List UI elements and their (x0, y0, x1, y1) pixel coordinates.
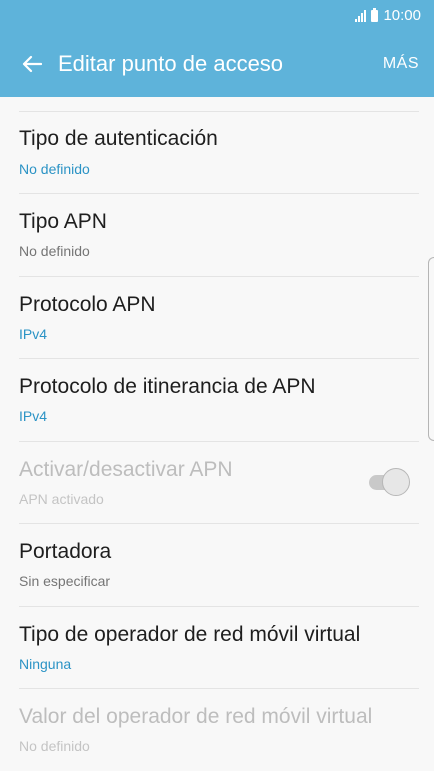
more-button[interactable]: MÁS (383, 55, 419, 73)
setting-value: IPv4 (19, 326, 48, 342)
app-bar: Editar punto de acceso MÁS (0, 44, 434, 84)
apn-toggle-switch (365, 467, 413, 497)
status-bar: 10:00 (0, 0, 434, 32)
status-time: 10:00 (383, 7, 421, 24)
setting-value: Sin especificar (19, 573, 111, 589)
setting-value: Ninguna (19, 656, 72, 672)
setting-protocolo-itinerancia[interactable]: Protocolo de itinerancia de APN IPv4 (0, 359, 434, 441)
setting-title: Tipo de operador de red móvil virtual (19, 623, 361, 646)
setting-title: Protocolo de itinerancia de APN (19, 375, 316, 398)
battery-icon (371, 7, 379, 22)
setting-tipo-apn[interactable]: Tipo APN No definido (0, 194, 434, 276)
setting-title: Activar/desactivar APN (19, 458, 233, 481)
settings-list: Tipo de autenticación No definido Tipo A… (0, 97, 434, 771)
status-icons: 10:00 (355, 7, 421, 24)
arrow-left-icon[interactable] (12, 44, 52, 84)
setting-activar-apn: Activar/desactivar APN APN activado (0, 442, 434, 524)
setting-title: Portadora (19, 540, 112, 563)
setting-title: Tipo de autenticación (19, 127, 218, 150)
setting-value: No definido (19, 738, 90, 754)
setting-value: IPv4 (19, 408, 48, 424)
setting-protocolo-apn[interactable]: Protocolo APN IPv4 (0, 277, 434, 359)
toggle-thumb (382, 468, 410, 496)
setting-value: No definido (19, 243, 90, 259)
signal-icon (355, 9, 367, 22)
setting-tipo-operador-mvno[interactable]: Tipo de operador de red móvil virtual Ni… (0, 607, 434, 689)
page-title: Editar punto de acceso (58, 51, 284, 76)
setting-title: Valor del operador de red móvil virtual (19, 705, 373, 728)
setting-value: No definido (19, 161, 90, 177)
setting-valor-operador-mvno: Valor del operador de red móvil virtual … (0, 689, 434, 771)
header-bar: 10:00 Editar punto de acceso MÁS (0, 0, 434, 97)
setting-portadora[interactable]: Portadora Sin especificar (0, 524, 434, 606)
setting-title: Tipo APN (19, 210, 107, 233)
setting-title: Protocolo APN (19, 293, 156, 316)
edge-panel-handle[interactable] (428, 257, 434, 441)
setting-tipo-autenticacion[interactable]: Tipo de autenticación No definido (0, 112, 434, 194)
setting-value: APN activado (19, 491, 104, 507)
